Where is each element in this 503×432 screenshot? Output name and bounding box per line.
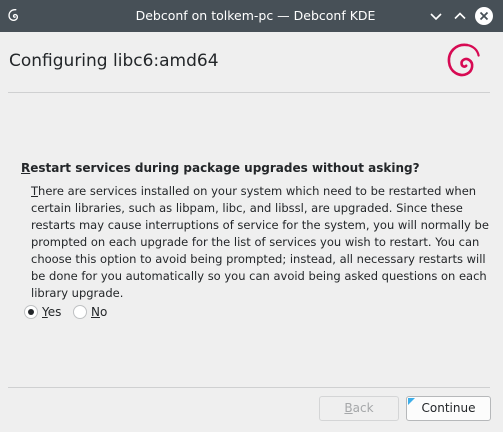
minimize-icon[interactable] (426, 6, 446, 26)
close-icon[interactable] (474, 6, 494, 26)
question-text: Restart services during package upgrades… (21, 161, 420, 175)
maximize-icon[interactable] (450, 6, 470, 26)
description-first-letter: T (31, 184, 39, 198)
question-text-rest: estart services during package upgrades … (30, 161, 420, 175)
back-label-rest: ack (352, 401, 374, 415)
yes-label-rest: es (47, 305, 62, 319)
page-header: Configuring libc6:amd64 (0, 32, 503, 92)
footer-divider (8, 387, 490, 388)
no-radio[interactable] (73, 305, 87, 319)
continue-label: Continue (421, 401, 476, 415)
title-bar[interactable]: Debconf on tolkem-pc — Debconf KDE (0, 0, 503, 32)
header-divider (8, 92, 490, 93)
radio-selected-dot (28, 309, 34, 315)
question-mnemonic: R (21, 161, 31, 175)
no-label-rest: o (99, 305, 108, 319)
no-mnemonic: N (91, 305, 100, 319)
continue-button[interactable]: Continue (406, 396, 491, 421)
back-button[interactable]: Back (319, 396, 399, 421)
yes-radio[interactable] (24, 305, 38, 319)
question-description: There are services installed on your sys… (31, 183, 497, 302)
page-title: Configuring libc6:amd64 (9, 51, 219, 71)
yes-label[interactable]: Yes (42, 305, 61, 320)
no-label[interactable]: No (91, 305, 107, 320)
description-text-rest: here are services installed on your syst… (31, 184, 489, 300)
default-button-indicator (408, 398, 415, 405)
back-mnemonic: B (344, 401, 353, 415)
debian-swirl-logo (447, 43, 480, 77)
